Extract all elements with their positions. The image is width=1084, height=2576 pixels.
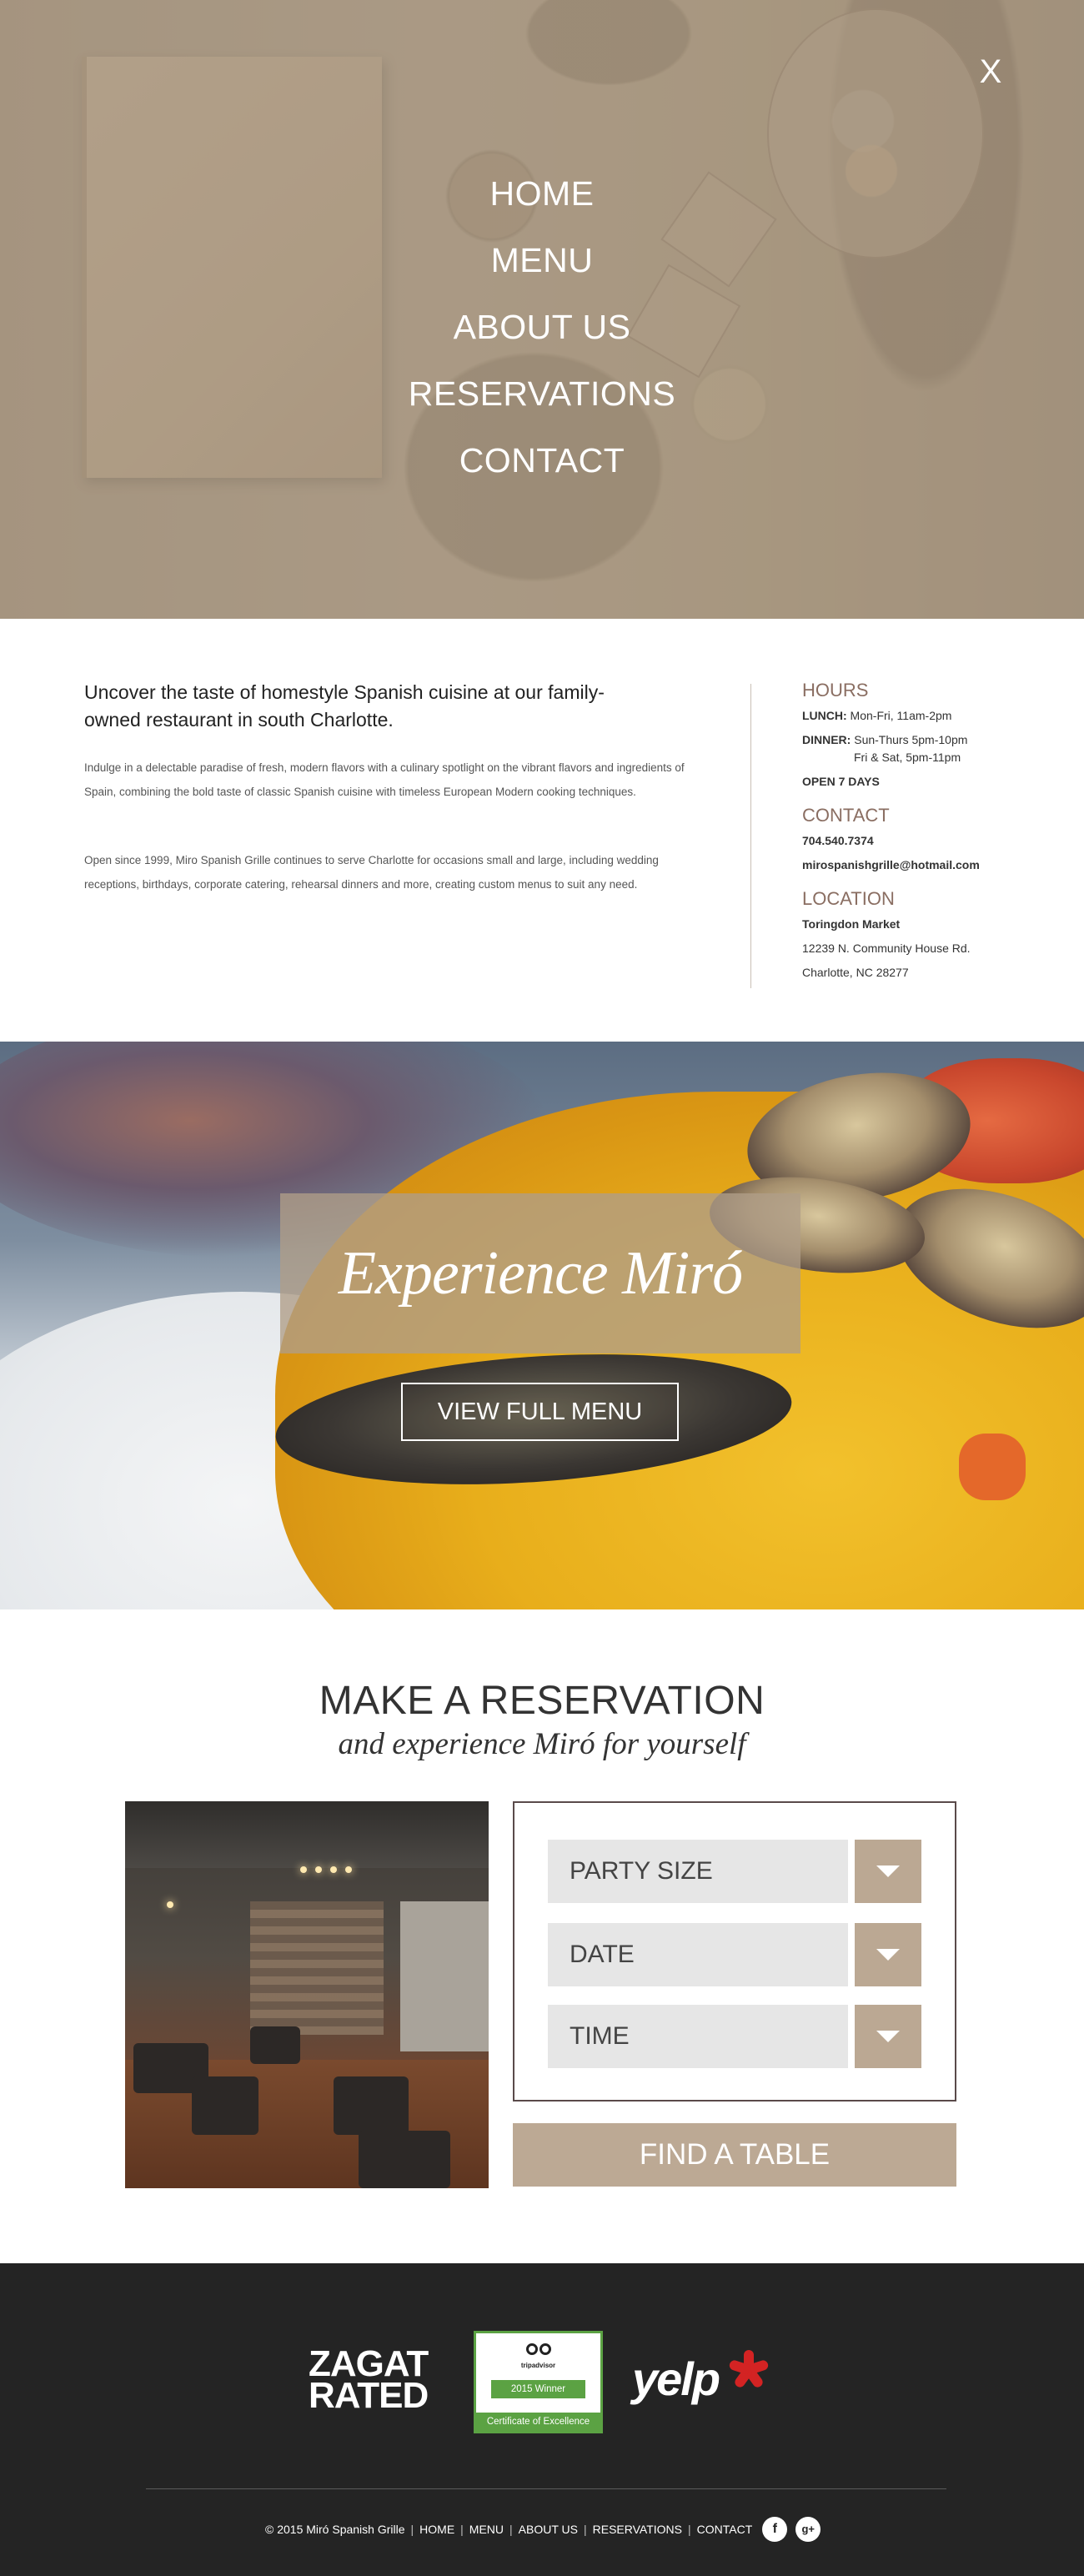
hero-menu-overlay: X HOME MENU ABOUT US RESERVATIONS CONTAC… — [0, 0, 1084, 619]
tripadvisor-badge[interactable]: tripadvisor 2015 Winner Certificate of E… — [474, 2331, 603, 2433]
tripadvisor-year: 2015 Winner — [491, 2380, 585, 2398]
google-plus-icon[interactable]: g+ — [795, 2517, 821, 2542]
photo-chair-4 — [359, 2131, 450, 2188]
email-link[interactable]: mirospanishgrille@hotmail.com — [802, 853, 1069, 877]
intro-paragraph-1: Indulge in a delectable paradise of fres… — [84, 761, 685, 798]
nav-contact-link[interactable]: CONTACT — [0, 434, 1084, 500]
photo-light-3 — [330, 1866, 337, 1873]
copyright-text: © 2015 Miró Spanish Grille — [265, 2523, 405, 2536]
footer-divider — [146, 2488, 946, 2489]
intro-paragraph-2: Open since 1999, Miro Spanish Grille con… — [84, 854, 659, 891]
photo-light-5 — [167, 1901, 173, 1908]
photo-chair-2 — [192, 2076, 258, 2135]
footer-about-us-link[interactable]: ABOUT US — [519, 2523, 578, 2536]
reservation-title: MAKE A RESERVATION — [319, 1679, 765, 1723]
lunch-hours: LUNCH: Mon-Fri, 11am-2pm — [802, 704, 1069, 728]
nav-reservations-link[interactable]: RESERVATIONS — [0, 367, 1084, 434]
reservation-subtitle: and experience Miró for yourself — [338, 1727, 746, 1761]
tripadvisor-owl-icon — [526, 2342, 555, 2358]
photo-light-1 — [300, 1866, 307, 1873]
yelp-burst-icon — [725, 2347, 772, 2393]
reservation-form: PARTY SIZE DATE TIME — [513, 1801, 956, 2101]
vertical-divider — [750, 684, 751, 988]
nav-menu-link[interactable]: MENU — [0, 233, 1084, 300]
tripadvisor-certificate: Certificate of Excellence — [476, 2413, 600, 2431]
location-name: Toringdon Market — [802, 917, 901, 931]
phone-number[interactable]: 704.540.7374 — [802, 829, 1069, 853]
facebook-icon[interactable]: f — [762, 2517, 788, 2542]
contact-heading: CONTACT — [802, 805, 890, 826]
banner-carrot-image — [959, 1434, 1026, 1500]
party-size-dropdown-button[interactable] — [855, 1840, 921, 1903]
footer-nav: © 2015 Miró Spanish Grille | HOME | MENU… — [265, 2517, 821, 2542]
yelp-wordmark: yelp — [632, 2353, 720, 2405]
lunch-value: Mon-Fri, 11am-2pm — [846, 709, 952, 722]
footer-reservations-link[interactable]: RESERVATIONS — [593, 2523, 682, 2536]
restaurant-interior-photo — [125, 1801, 489, 2188]
zagat-rated-logo[interactable]: ZAGAT RATED — [309, 2346, 450, 2416]
photo-chair-3 — [334, 2076, 409, 2135]
experience-banner: Experience Miró VIEW FULL MENU — [0, 1042, 1084, 1609]
location-heading: LOCATION — [802, 888, 895, 909]
dinner-value-1: Sun-Thurs 5pm-10pm — [851, 733, 968, 746]
main-nav: HOME MENU ABOUT US RESERVATIONS CONTACT — [0, 167, 1084, 500]
photo-ceiling — [125, 1801, 489, 1868]
tripadvisor-brand: tripadvisor — [520, 2362, 556, 2369]
open-days: OPEN 7 DAYS — [802, 775, 880, 788]
photo-window — [400, 1901, 489, 2051]
hours-heading: HOURS — [802, 680, 869, 700]
photo-light-4 — [345, 1866, 352, 1873]
chevron-down-icon — [876, 1949, 900, 1961]
reservation-section: MAKE A RESERVATION and experience Miró f… — [0, 1609, 1084, 2263]
date-select[interactable]: DATE — [548, 1923, 848, 1986]
address-line-2: Charlotte, NC 28277 — [802, 966, 909, 979]
footer-contact-link[interactable]: CONTACT — [697, 2523, 753, 2536]
chevron-down-icon — [876, 1865, 900, 1877]
intro-heading: Uncover the taste of homestyle Spanish c… — [84, 681, 605, 731]
photo-stone-wall — [250, 1901, 384, 2035]
yelp-logo[interactable]: yelp — [632, 2347, 774, 2413]
dinner-label: DINNER: — [802, 733, 851, 746]
photo-chair-5 — [250, 2026, 300, 2064]
footer: ZAGAT RATED tripadvisor 2015 Winner Cert… — [0, 2263, 1084, 2576]
address-line-1: 12239 N. Community House Rd. — [802, 942, 971, 955]
photo-light-2 — [315, 1866, 322, 1873]
time-select[interactable]: TIME — [548, 2005, 848, 2068]
zagat-line-2: RATED — [309, 2375, 429, 2416]
footer-menu-link[interactable]: MENU — [469, 2523, 504, 2536]
experience-title-box: Experience Miró — [280, 1193, 800, 1353]
experience-title: Experience Miró — [338, 1239, 743, 1308]
footer-home-link[interactable]: HOME — [419, 2523, 454, 2536]
lunch-label: LUNCH: — [802, 709, 847, 722]
date-dropdown-button[interactable] — [855, 1923, 921, 1986]
time-dropdown-button[interactable] — [855, 2005, 921, 2068]
intro-section: Uncover the taste of homestyle Spanish c… — [0, 619, 1084, 1042]
nav-about-us-link[interactable]: ABOUT US — [0, 300, 1084, 367]
find-a-table-button[interactable]: FIND A TABLE — [513, 2123, 956, 2187]
view-full-menu-button[interactable]: VIEW FULL MENU — [401, 1383, 679, 1441]
close-menu-button[interactable]: X — [974, 55, 1007, 88]
nav-home-link[interactable]: HOME — [0, 167, 1084, 233]
info-sidebar: HOURS LUNCH: Mon-Fri, 11am-2pm DINNER: S… — [802, 677, 1069, 985]
party-size-select[interactable]: PARTY SIZE — [548, 1840, 848, 1903]
chevron-down-icon — [876, 2031, 900, 2042]
